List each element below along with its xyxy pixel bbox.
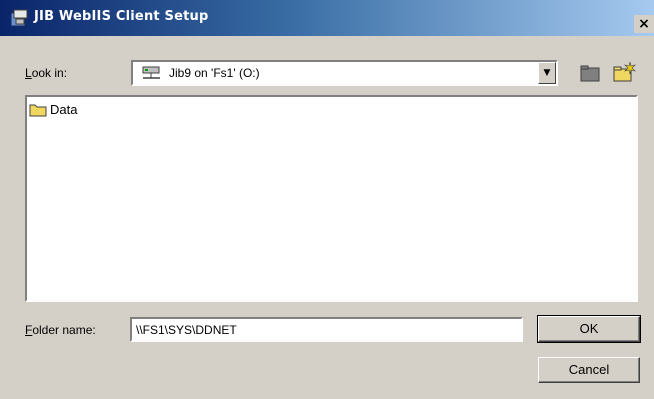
lookin-label: Look in: (25, 66, 68, 80)
cancel-button[interactable]: Cancel (538, 357, 640, 383)
close-button[interactable]: × (634, 15, 654, 33)
lookin-value: Jib9 on 'Fs1' (O:) (169, 66, 260, 80)
lookin-combobox[interactable]: Jib9 on 'Fs1' (O:) ▼ (131, 60, 558, 86)
window-title: JIB WebIIS Client Setup (34, 9, 209, 24)
up-one-level-button[interactable] (578, 60, 604, 86)
ok-button[interactable]: OK (537, 315, 641, 343)
dropdown-button[interactable]: ▼ (538, 62, 556, 84)
folder-name: Data (50, 102, 78, 117)
create-new-folder-button[interactable] (611, 60, 637, 86)
setup-app-icon (10, 9, 28, 27)
close-icon: × (638, 16, 650, 32)
title-bar: JIB WebIIS Client Setup (0, 0, 654, 36)
folder-name-field[interactable] (130, 317, 523, 342)
up-folder-icon (580, 65, 600, 82)
network-drive-icon (142, 66, 160, 79)
folder-icon (29, 104, 47, 117)
folder-name-label: Folder name: (25, 323, 96, 337)
new-folder-icon (613, 61, 636, 82)
chevron-down-icon: ▼ (543, 68, 551, 78)
folder-list[interactable]: Data (25, 95, 638, 302)
